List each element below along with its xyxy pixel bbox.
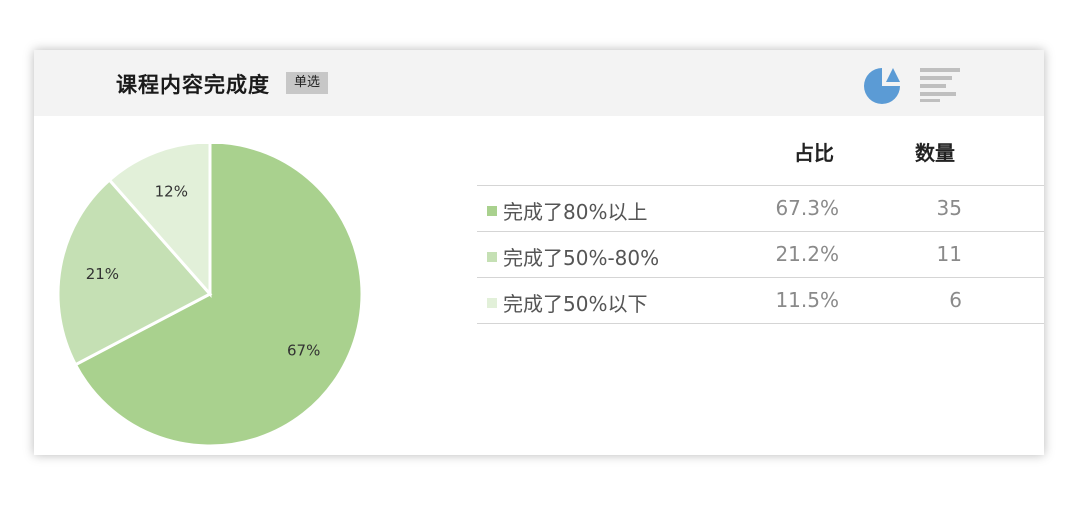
bar-list-icon[interactable] — [918, 66, 962, 102]
row-count: 6 — [949, 288, 962, 312]
pie-data-label: 21% — [86, 265, 119, 283]
legend-swatch — [487, 298, 497, 308]
column-header-pct: 占比 — [794, 141, 834, 165]
pie-data-label: 67% — [287, 342, 320, 360]
row-count: 35 — [936, 196, 962, 220]
table-row: 完成了80%以上 67.3% 35 — [477, 185, 1044, 231]
row-label: 完成了80%以上 — [503, 200, 648, 224]
column-header-count: 数量 — [915, 141, 955, 165]
row-pct: 21.2% — [775, 242, 839, 266]
row-count: 11 — [936, 242, 962, 266]
table-row: 完成了50%-80% 21.2% 11 — [477, 231, 1044, 277]
row-pct: 67.3% — [775, 196, 839, 220]
legend-swatch — [487, 206, 497, 216]
pie-data-label: 12% — [155, 183, 188, 201]
legend-swatch — [487, 252, 497, 262]
question-type-badge: 单选 — [286, 72, 329, 94]
survey-card: 课程内容完成度 单选 67% 21% 12% 占比 数量 完成了80%以上 67.3… — [34, 50, 1044, 455]
card-header: 课程内容完成度 单选 — [34, 50, 1044, 116]
pie-chart: 67% 21% 12% — [56, 144, 364, 448]
row-label: 完成了50%以下 — [503, 292, 648, 316]
row-label: 完成了50%-80% — [503, 246, 660, 270]
question-title: 课程内容完成度 — [116, 73, 270, 97]
table-row: 完成了50%以下 11.5% 6 — [477, 277, 1044, 324]
row-pct: 11.5% — [775, 288, 839, 312]
pie-chart-icon[interactable] — [862, 64, 904, 106]
